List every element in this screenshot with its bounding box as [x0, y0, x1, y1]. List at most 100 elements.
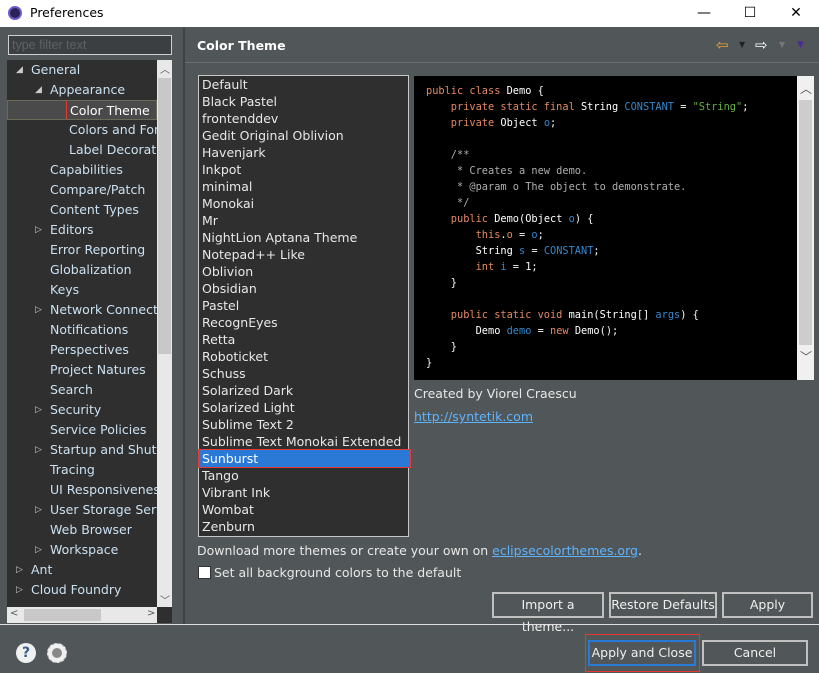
theme-item[interactable]: Sublime Text 2 [201, 416, 408, 433]
scroll-left-icon[interactable]: < [10, 608, 18, 619]
tree-item[interactable]: Project Natures [7, 360, 157, 380]
theme-item[interactable]: NightLion Aptana Theme [201, 229, 408, 246]
theme-item[interactable]: Tango [201, 467, 408, 484]
theme-item[interactable]: minimal [201, 178, 408, 195]
theme-item[interactable]: Sublime Text Monokai Extended [201, 433, 408, 450]
collapsed-arrow-icon[interactable]: ▷ [16, 560, 23, 580]
collapsed-arrow-icon[interactable]: ▷ [35, 300, 42, 320]
theme-preview: public class Demo { private static final… [414, 76, 814, 380]
tree-item[interactable]: Web Browser [7, 520, 157, 540]
default-background-checkbox[interactable] [198, 566, 211, 579]
eclipsecolorthemes-link[interactable]: eclipsecolorthemes.org [492, 543, 638, 558]
tree-item[interactable]: Tracing [7, 460, 157, 480]
tree-item[interactable]: ◢ Appearance [7, 80, 157, 100]
code-token: * Creates a new demo. [426, 165, 588, 177]
scroll-down-icon[interactable]: ﹀ [800, 348, 812, 365]
theme-item[interactable]: Sunburst [198, 449, 411, 468]
tree-item[interactable]: UI Responsiveness [7, 480, 157, 500]
tree-item[interactable]: Color Theme [7, 100, 157, 120]
restore-defaults-button[interactable]: Restore Defaults [609, 592, 717, 618]
theme-item[interactable]: Retta [201, 331, 408, 348]
tree-item[interactable]: Label Decorations [7, 140, 157, 160]
back-arrow-icon[interactable]: ⇦ [716, 36, 729, 54]
tree-item[interactable]: Colors and Fonts [7, 120, 157, 140]
collapsed-arrow-icon[interactable]: ▷ [35, 500, 42, 520]
theme-item[interactable]: Inkpot [201, 161, 408, 178]
view-menu-icon[interactable]: ▼ [797, 40, 804, 50]
tree-item[interactable]: Service Policies [7, 420, 157, 440]
tree-item[interactable]: ▷ Editors [7, 220, 157, 240]
tree-item[interactable]: ▷ Security [7, 400, 157, 420]
code-token: String [599, 309, 637, 321]
back-dropdown-icon[interactable]: ▼ [739, 40, 745, 49]
forward-arrow-icon[interactable]: ⇨ [755, 36, 768, 54]
tree-item[interactable]: ▷ User Storage Service [7, 500, 157, 520]
tree-item[interactable]: Compare/Patch [7, 180, 157, 200]
tree-item[interactable]: Globalization [7, 260, 157, 280]
tree-vertical-scrollbar[interactable]: ︿ ﹀ [157, 60, 172, 607]
theme-item[interactable]: Solarized Dark [201, 382, 408, 399]
theme-item[interactable]: Pastel [201, 297, 408, 314]
tree-item[interactable]: Notifications [7, 320, 157, 340]
expanded-arrow-icon[interactable]: ◢ [35, 80, 42, 100]
default-background-label[interactable]: Set all background colors to the default [214, 565, 461, 580]
tree-item[interactable]: ▷ Startup and Shutdown [7, 440, 157, 460]
help-icon[interactable]: ? [16, 643, 36, 663]
theme-item[interactable]: Zenburn [201, 518, 408, 535]
collapsed-arrow-icon[interactable]: ▷ [35, 220, 42, 240]
tree-item[interactable]: Search [7, 380, 157, 400]
theme-item[interactable]: Vibrant Ink [201, 484, 408, 501]
record-icon[interactable] [47, 643, 67, 663]
theme-item[interactable]: Monokai [201, 195, 408, 212]
collapsed-arrow-icon[interactable]: ▷ [35, 540, 42, 560]
theme-item[interactable]: Gedit Original Oblivion [201, 127, 408, 144]
scroll-up-icon[interactable]: ︿ [160, 61, 170, 76]
tree-item[interactable]: Perspectives [7, 340, 157, 360]
tree-item[interactable]: ◢ General [7, 60, 157, 80]
filter-input[interactable] [8, 35, 172, 55]
apply-button[interactable]: Apply [722, 592, 813, 618]
tree-item[interactable]: Content Types [7, 200, 157, 220]
scroll-up-icon[interactable]: ︿ [800, 80, 812, 97]
collapsed-arrow-icon[interactable]: ▷ [35, 440, 42, 460]
code-line: /** [426, 147, 814, 163]
theme-item[interactable]: Roboticket [201, 348, 408, 365]
theme-item[interactable]: Notepad++ Like [201, 246, 408, 263]
tree-item-label: Label Decorations [69, 142, 157, 157]
tree-horizontal-scrollbar[interactable]: < > [7, 607, 157, 623]
close-button[interactable]: ✕ [773, 0, 819, 27]
theme-item[interactable]: Solarized Light [201, 399, 408, 416]
theme-item[interactable]: RecognEyes [201, 314, 408, 331]
maximize-button[interactable]: ☐ [727, 0, 773, 27]
preview-scrollbar[interactable]: ︿ ﹀ [797, 76, 814, 380]
theme-item[interactable]: frontenddev [201, 110, 408, 127]
theme-item[interactable]: Black Pastel [201, 93, 408, 110]
tree-item[interactable]: Capabilities [7, 160, 157, 180]
tree-item[interactable]: ▷ Network Connections [7, 300, 157, 320]
tree-item-label: Tracing [50, 462, 95, 477]
theme-item[interactable]: Oblivion [201, 263, 408, 280]
tree-item[interactable]: ▷ Cloud Foundry [7, 580, 157, 600]
apply-and-close-button[interactable]: Apply and Close [588, 640, 696, 666]
theme-item[interactable]: Havenjark [201, 144, 408, 161]
theme-item[interactable]: Wombat [201, 501, 408, 518]
tree-item[interactable]: ▷ Workspace [7, 540, 157, 560]
collapsed-arrow-icon[interactable]: ▷ [16, 580, 23, 600]
theme-item[interactable]: Obsidian [201, 280, 408, 297]
scroll-down-icon[interactable]: ﹀ [160, 592, 170, 607]
minimize-button[interactable]: — [681, 0, 727, 27]
forward-dropdown-icon[interactable]: ▼ [779, 40, 785, 49]
expanded-arrow-icon[interactable]: ◢ [16, 60, 23, 80]
cancel-button[interactable]: Cancel [702, 640, 808, 666]
scroll-right-icon[interactable]: > [147, 608, 155, 619]
theme-list[interactable]: Default Black Pastel frontenddev Gedit Orig… [198, 75, 411, 537]
theme-item[interactable]: Mr [201, 212, 408, 229]
import-theme-button[interactable]: Import a theme... [492, 592, 604, 634]
theme-item[interactable]: Default [201, 76, 408, 93]
theme-item[interactable]: Schuss [201, 365, 408, 382]
tree-item[interactable]: ▷ Ant [7, 560, 157, 580]
author-link[interactable]: http://syntetik.com [414, 409, 533, 424]
tree-item[interactable]: Error Reporting [7, 240, 157, 260]
collapsed-arrow-icon[interactable]: ▷ [35, 400, 42, 420]
tree-item[interactable]: Keys [7, 280, 157, 300]
